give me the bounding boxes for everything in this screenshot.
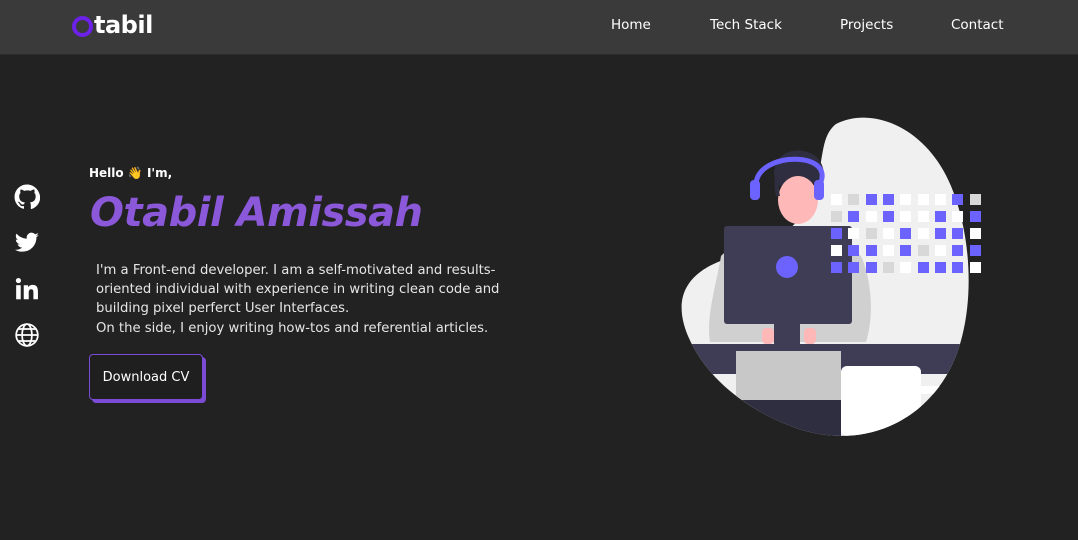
globe-icon[interactable] — [14, 322, 40, 348]
hero-greeting: Hello 👋 I'm, — [89, 166, 173, 180]
hero-bio: I'm a Front-end developer. I am a self-m… — [96, 261, 516, 338]
developer-illustration — [676, 116, 1006, 440]
twitter-icon[interactable] — [14, 230, 40, 256]
download-cv-button[interactable]: Download CV — [89, 354, 203, 400]
logo-ring-icon — [72, 16, 93, 37]
navbar: tabil Home Tech Stack Projects Contact — [0, 0, 1078, 54]
nav-link-projects[interactable]: Projects — [840, 17, 893, 33]
logo-text: tabil — [94, 11, 153, 39]
github-icon[interactable] — [14, 184, 40, 210]
nav-link-tech-stack[interactable]: Tech Stack — [710, 17, 782, 33]
nav-link-home[interactable]: Home — [611, 17, 651, 33]
bio-paragraph: On the side, I enjoy writing how-tos and… — [96, 320, 489, 336]
linkedin-icon[interactable] — [14, 276, 40, 302]
bio-paragraph: I'm a Front-end developer. I am a self-m… — [96, 263, 500, 317]
nav-link-contact[interactable]: Contact — [951, 17, 1004, 33]
hero-name: Otabil Amissah — [90, 190, 423, 236]
site-logo[interactable]: tabil — [72, 11, 153, 39]
